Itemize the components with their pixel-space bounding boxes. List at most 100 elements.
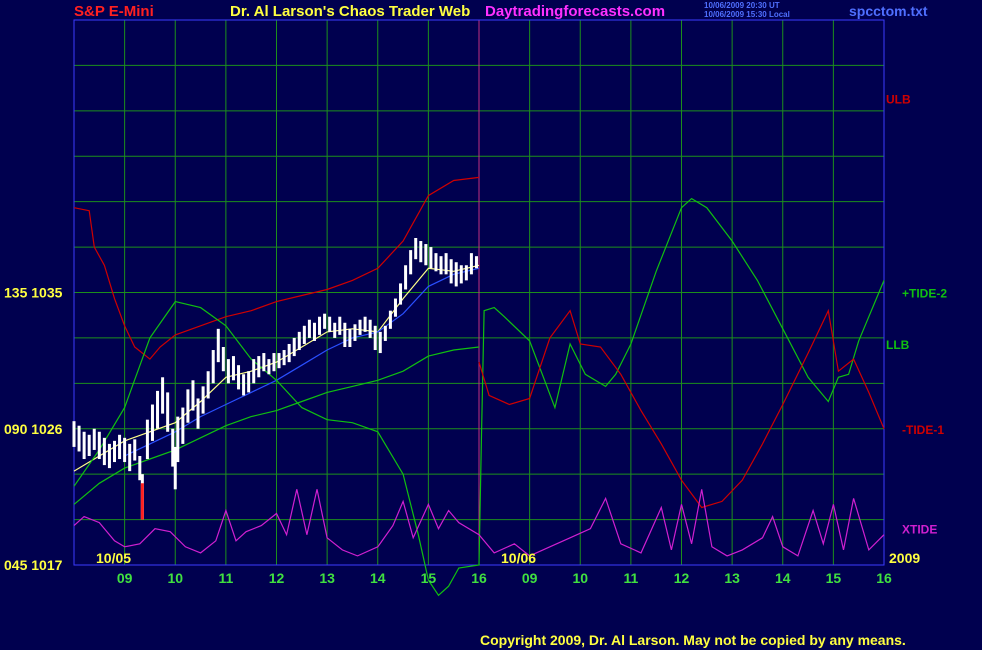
price-bar (92, 428, 96, 450)
x-tick-label: 10 (572, 570, 588, 586)
price-bar (196, 398, 200, 429)
price-bar (312, 322, 316, 341)
price-bar-down (140, 483, 144, 520)
y-axis-labels: 135 1035 090 1026 045 1017 (4, 285, 63, 574)
price-bar (128, 443, 132, 472)
price-bar (318, 316, 322, 335)
price-bar (378, 331, 382, 354)
site-label: Daytradingforecasts.com (485, 3, 665, 20)
price-bar (338, 316, 342, 335)
price-bar (102, 437, 106, 466)
grid (74, 20, 884, 565)
price-bar (399, 283, 403, 305)
price-bar (434, 253, 438, 272)
price-bar (393, 298, 397, 317)
price-bar (474, 256, 478, 269)
price-bar (343, 322, 347, 347)
y-tick-label: 045 1017 (4, 557, 63, 573)
price-bar (358, 319, 362, 335)
legend-tide-minus-1: -TIDE-1 (902, 423, 944, 437)
x-tick-label: 11 (218, 570, 233, 586)
price-bar (454, 262, 458, 287)
symbol-label: S&P E-Mini (74, 3, 154, 20)
price-bar (444, 253, 448, 275)
x-tick-label: 15 (421, 570, 437, 586)
price-bar (439, 256, 443, 275)
price-bar (267, 359, 271, 375)
price-bar (72, 421, 76, 447)
copyright-text: Copyright 2009, Dr. Al Larson. May not b… (480, 632, 906, 648)
price-bar (414, 238, 418, 260)
price-bar (282, 350, 286, 366)
price-bar (87, 434, 91, 456)
price-bar (404, 265, 408, 290)
price-bar (201, 386, 205, 414)
price-bar (221, 347, 225, 372)
price-bar (464, 265, 468, 281)
x-tick-label: 10 (167, 570, 183, 586)
x-tick-label: 15 (826, 570, 842, 586)
price-bar (191, 380, 195, 411)
legend-xtide: XTIDE (902, 523, 937, 537)
legend-ulb: ULB (886, 93, 911, 107)
price-bar (429, 247, 433, 269)
price-bar (145, 419, 149, 460)
price-bar (368, 319, 372, 338)
price-bar (333, 322, 337, 338)
price-bar (242, 374, 246, 396)
legend: ULB +TIDE-2 LLB -TIDE-1 XTIDE (886, 93, 947, 537)
filename-label: spcctom.txt (849, 3, 928, 19)
price-bar (166, 392, 170, 432)
price-bar (262, 353, 266, 372)
price-bar (118, 434, 122, 460)
year-label: 2009 (889, 550, 920, 566)
timestamp-ut: 10/06/2009 20:30 UT (704, 1, 780, 10)
price-bar (388, 310, 392, 329)
y-tick-label: 135 1035 (4, 285, 63, 301)
price-bar (77, 425, 81, 452)
price-bar (156, 390, 160, 429)
price-bar (373, 325, 377, 351)
price-bar (307, 319, 311, 338)
price-bar (383, 325, 387, 341)
price-bar (226, 359, 230, 384)
price-bar (287, 343, 291, 363)
price-bar (216, 328, 220, 363)
price-bar (302, 325, 306, 344)
price-bar (424, 244, 428, 266)
price-bar (97, 431, 101, 460)
x-tick-label: 12 (674, 570, 690, 586)
price-bar (409, 250, 413, 275)
x-tick-label: 13 (724, 570, 740, 586)
timestamp-local: 10/06/2009 15:30 Local (704, 10, 790, 19)
price-bar (292, 337, 296, 357)
price-bar (113, 440, 116, 463)
price-bar (419, 241, 423, 263)
x-tick-label: 14 (775, 570, 791, 586)
x-tick-label: 13 (319, 570, 335, 586)
price-bar (181, 407, 185, 444)
price-bar (123, 437, 127, 463)
y-tick-label: 090 1026 (4, 421, 63, 437)
price-bar (348, 328, 352, 347)
price-bar (107, 443, 111, 469)
price-bar (206, 371, 210, 399)
x-tick-label: 16 (876, 570, 892, 586)
price-bar (252, 359, 256, 384)
price-bar (231, 356, 235, 381)
x-tick-label: 09 (522, 570, 538, 586)
legend-tide-plus-2: +TIDE-2 (902, 287, 947, 301)
price-bar (133, 439, 137, 461)
price-bar (328, 316, 332, 332)
price-bar (459, 265, 463, 284)
price-bar (211, 350, 215, 384)
x-tick-label: 11 (623, 570, 638, 586)
price-bar (353, 324, 357, 341)
x-tick-label: 14 (370, 570, 386, 586)
price-bar (449, 259, 453, 284)
price-bar (323, 313, 327, 329)
x-tick-label: 09 (117, 570, 133, 586)
price-bar (469, 253, 473, 275)
legend-llb: LLB (886, 338, 910, 352)
chart-title: Dr. Al Larson's Chaos Trader Web (230, 3, 470, 20)
